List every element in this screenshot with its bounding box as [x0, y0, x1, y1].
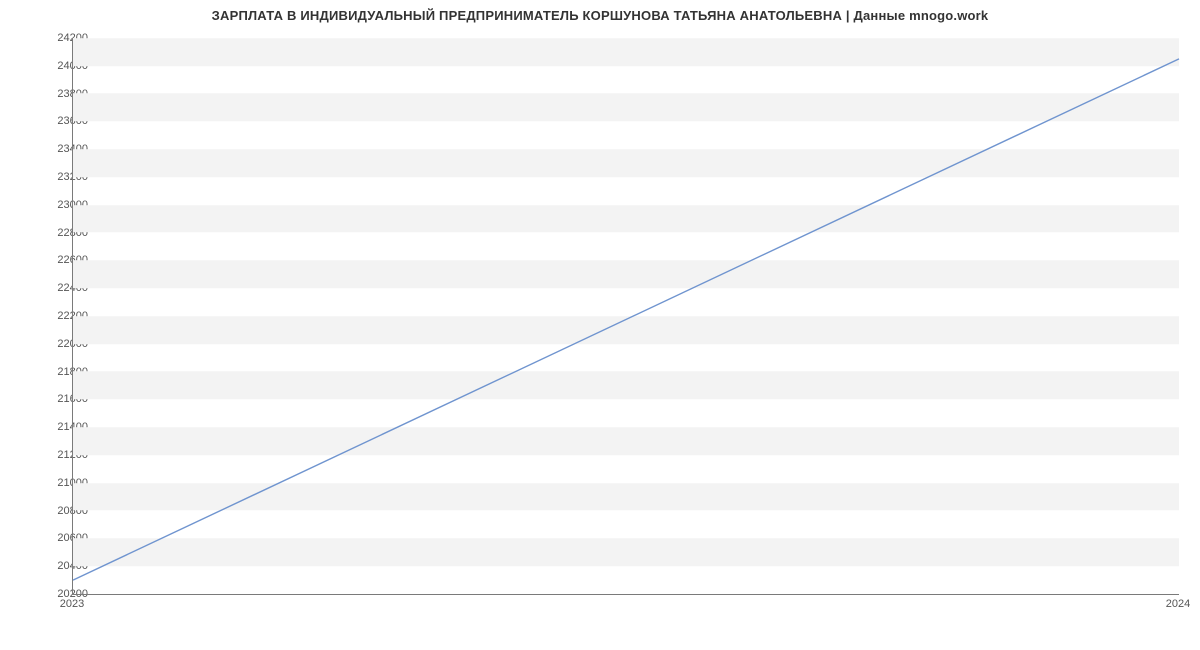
series-line	[73, 59, 1179, 580]
chart-container: ЗАРПЛАТА В ИНДИВИДУАЛЬНЫЙ ПРЕДПРИНИМАТЕЛ…	[0, 0, 1200, 650]
x-tick-label: 2023	[60, 598, 84, 610]
x-tick-label: 2024	[1166, 598, 1190, 610]
plot-area	[72, 38, 1179, 595]
chart-title: ЗАРПЛАТА В ИНДИВИДУАЛЬНЫЙ ПРЕДПРИНИМАТЕЛ…	[0, 8, 1200, 23]
line-layer	[73, 38, 1179, 594]
